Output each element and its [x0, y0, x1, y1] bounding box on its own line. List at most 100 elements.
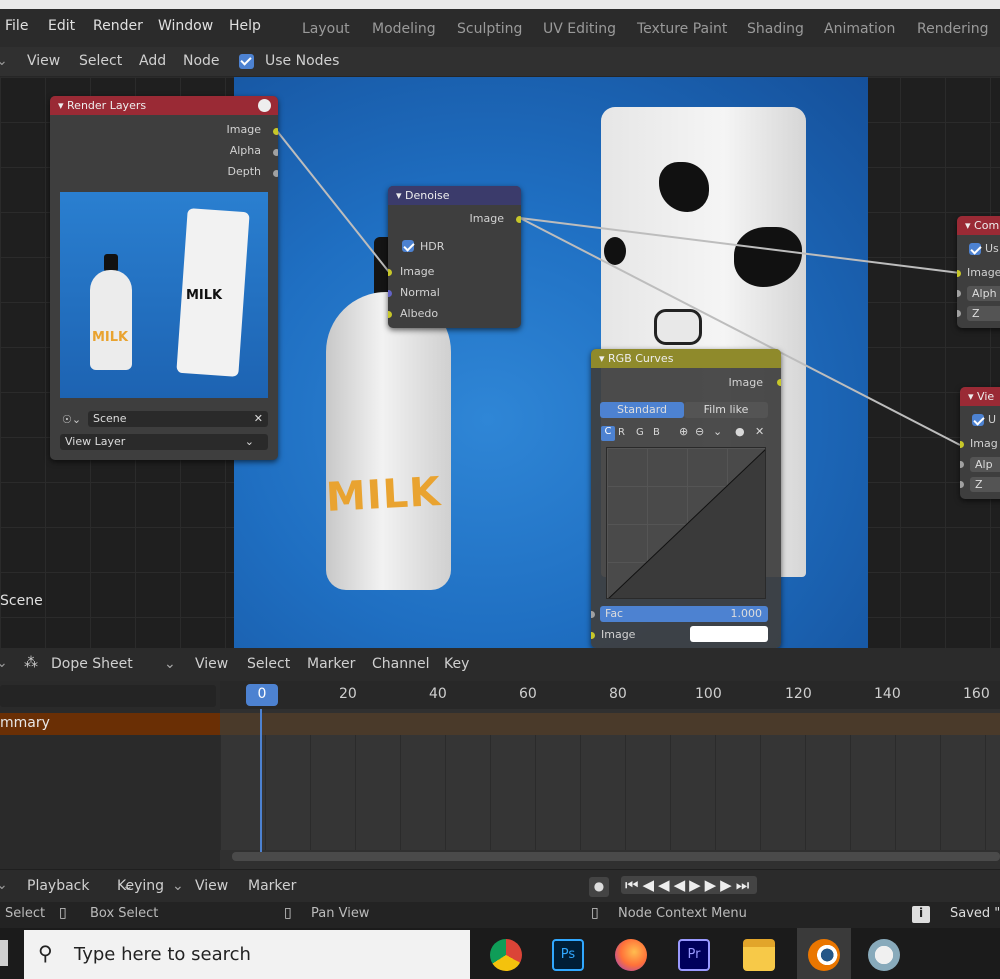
view-layer-field[interactable]: View Layer ⌄ — [60, 434, 268, 450]
curve-graph[interactable] — [606, 447, 766, 599]
denoise-image-socket[interactable] — [388, 269, 392, 276]
denoise-normal-socket[interactable] — [388, 290, 392, 297]
record-icon[interactable]: ● — [589, 877, 609, 897]
composite-alpha-field[interactable]: Alph — [967, 286, 1000, 301]
denoise-header[interactable]: ▾ Denoise — [388, 186, 521, 205]
collapse-arrow-icon[interactable]: ▾ — [968, 390, 977, 403]
viewer-z-socket[interactable] — [960, 481, 964, 488]
node-menu-node[interactable]: Node — [183, 53, 220, 69]
ds-menu-select[interactable]: Select — [247, 656, 290, 672]
editor-type-chevron-icon[interactable]: ⌄ — [0, 655, 8, 671]
channel-c[interactable]: C — [601, 426, 615, 441]
composite-z-socket[interactable] — [957, 310, 961, 317]
timeline-menu-marker[interactable]: Marker — [248, 878, 296, 894]
start-icon[interactable] — [0, 940, 8, 966]
clear-x-icon[interactable]: ✕ — [254, 412, 263, 425]
menu-window[interactable]: Window — [158, 18, 213, 34]
channel-r[interactable]: R — [618, 427, 625, 438]
channel-search-field[interactable] — [0, 685, 216, 707]
output-alpha-socket[interactable] — [273, 149, 278, 156]
collapse-arrow-icon[interactable]: ▾ — [965, 219, 974, 232]
collapse-arrow-icon[interactable]: ▾ — [58, 99, 67, 112]
render-layers-node[interactable]: ▾ Render Layers Image Alpha Depth MILK M… — [50, 96, 278, 460]
tab-uv-editing[interactable]: UV Editing — [543, 21, 616, 37]
blender-icon[interactable] — [808, 939, 840, 971]
rgb-curves-node[interactable]: ▾ RGB Curves Image Standard Film like C … — [591, 349, 781, 648]
composite-use-alpha-checkbox[interactable] — [969, 243, 981, 255]
menu-help[interactable]: Help — [229, 18, 261, 34]
composite-header[interactable]: ▾ Com — [957, 216, 1000, 235]
viewer-node[interactable]: ▾ Vie U Imag Alp Z — [960, 387, 1000, 499]
rgb-curves-header[interactable]: ▾ RGB Curves — [591, 349, 781, 368]
tab-modeling[interactable]: Modeling — [372, 21, 436, 37]
node-menu-add[interactable]: Add — [139, 53, 166, 69]
current-frame-indicator[interactable]: 0 — [246, 684, 278, 706]
paint-app-icon[interactable] — [868, 939, 900, 971]
image-color-swatch[interactable] — [690, 626, 768, 642]
ds-menu-key[interactable]: Key — [444, 656, 469, 672]
playback-menu[interactable]: Playback — [27, 878, 89, 894]
curves-mode-film-like[interactable]: Film like — [684, 402, 768, 418]
node-canvas[interactable]: MILK ▾ Render Layers Image Alpha Depth M… — [0, 77, 1000, 648]
denoise-node[interactable]: ▾ Denoise Image HDR Image Normal Albedo — [388, 186, 521, 328]
ds-menu-channel[interactable]: Channel — [372, 656, 429, 672]
premiere-icon[interactable]: Pr — [678, 939, 710, 971]
keying-menu[interactable]: Keying — [117, 878, 164, 894]
summary-channel[interactable]: mmary — [0, 713, 220, 735]
render-icon[interactable] — [258, 99, 271, 112]
output-depth-socket[interactable] — [273, 170, 278, 177]
channel-list[interactable] — [0, 681, 220, 869]
channel-g[interactable]: G — [636, 427, 644, 438]
horizontal-scrollbar[interactable] — [232, 852, 1000, 861]
tools-chevron-icon[interactable]: ⌄ — [713, 425, 722, 438]
viewer-header[interactable]: ▾ Vie — [960, 387, 1000, 406]
chrome-icon[interactable] — [490, 939, 522, 971]
playhead-line[interactable] — [260, 709, 262, 854]
menu-edit[interactable]: Edit — [48, 18, 75, 34]
curves-output-socket[interactable] — [777, 379, 781, 386]
timeline-menu-view[interactable]: View — [195, 878, 228, 894]
scene-icon[interactable]: ☉⌄ — [62, 413, 81, 426]
viewer-alpha-socket[interactable] — [960, 461, 964, 468]
tab-layout[interactable]: Layout — [302, 21, 350, 37]
scene-field[interactable]: Scene ✕ — [88, 411, 268, 427]
output-image-socket[interactable] — [273, 128, 278, 135]
frame-ruler[interactable]: 0 20 40 60 80 100 120 140 160 — [220, 681, 1000, 709]
fac-slider[interactable]: Fac 1.000 — [600, 606, 768, 622]
hdr-checkbox[interactable] — [402, 240, 414, 252]
composite-node[interactable]: ▾ Com Us Image Alph Z — [957, 216, 1000, 328]
dopesheet-mode-select[interactable]: Dope Sheet — [51, 656, 133, 672]
tab-rendering[interactable]: Rendering — [917, 21, 989, 37]
node-menu-view[interactable]: View — [27, 53, 60, 69]
photoshop-icon[interactable]: Ps — [552, 939, 584, 971]
tab-animation[interactable]: Animation — [824, 21, 895, 37]
viewer-alpha-field[interactable]: Alp — [970, 457, 1000, 472]
denoise-albedo-socket[interactable] — [388, 311, 392, 318]
ds-menu-view[interactable]: View — [195, 656, 228, 672]
tab-texture-paint[interactable]: Texture Paint — [637, 21, 727, 37]
composite-alpha-socket[interactable] — [957, 290, 961, 297]
firefox-icon[interactable] — [615, 939, 647, 971]
zoom-out-icon[interactable]: ⊖ — [695, 425, 704, 438]
playback-controls[interactable]: ⏮◀◀◀▶▶▶⏭ — [621, 876, 758, 894]
chevron-down-icon[interactable]: ⌄ — [164, 656, 176, 672]
use-nodes-checkbox[interactable] — [239, 54, 254, 69]
keyframe-area[interactable] — [220, 735, 1000, 850]
editor-type-chevron-icon[interactable]: ⌄ — [0, 53, 8, 69]
chevron-down-icon[interactable]: ⌄ — [172, 878, 184, 894]
denoise-output-socket[interactable] — [516, 216, 521, 223]
zoom-in-icon[interactable]: ⊕ — [679, 425, 688, 438]
file-explorer-icon[interactable] — [743, 939, 775, 971]
viewer-z-field[interactable]: Z — [970, 477, 1000, 492]
render-layers-header[interactable]: ▾ Render Layers — [50, 96, 278, 115]
channel-b[interactable]: B — [653, 427, 660, 438]
summary-track[interactable] — [220, 713, 1000, 735]
taskbar-search-box[interactable]: ⚲ Type here to search — [24, 930, 470, 979]
curves-mode-standard[interactable]: Standard — [600, 402, 684, 418]
curves-input-image-socket[interactable] — [591, 632, 595, 639]
editor-type-chevron-icon[interactable]: ⌄ — [0, 877, 8, 893]
collapse-arrow-icon[interactable]: ▾ — [396, 189, 405, 202]
ds-menu-marker[interactable]: Marker — [307, 656, 355, 672]
node-menu-select[interactable]: Select — [79, 53, 122, 69]
viewer-use-alpha-checkbox[interactable] — [972, 414, 984, 426]
